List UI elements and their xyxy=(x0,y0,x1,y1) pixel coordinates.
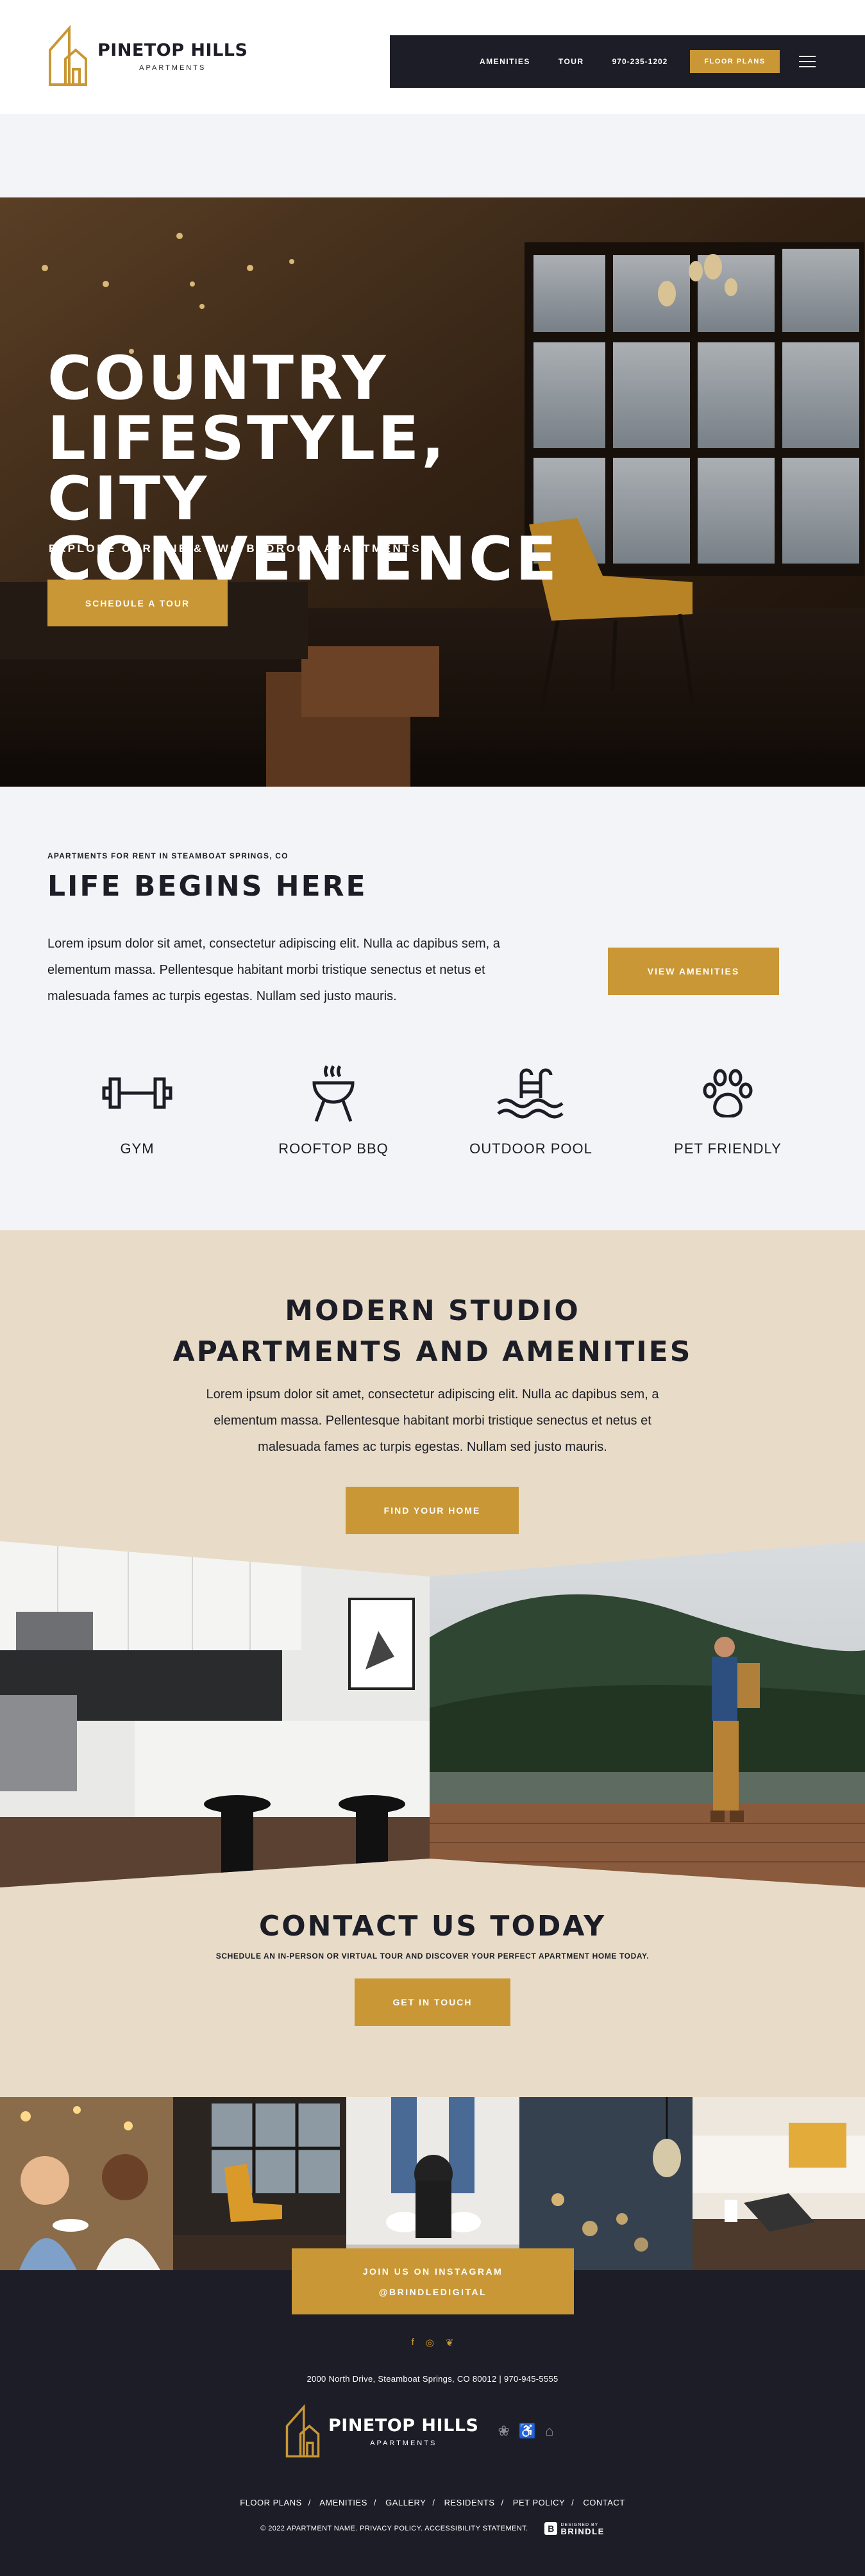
insta-photo-friends[interactable] xyxy=(0,2097,173,2270)
dumbbell-icon xyxy=(102,1077,172,1109)
intro-title: LIFE BEGINS HERE xyxy=(47,870,367,903)
view-amenities-button[interactable]: VIEW AMENITIES xyxy=(608,948,779,995)
find-home-button[interactable]: FIND YOUR HOME xyxy=(346,1487,519,1534)
intro-section: APARTMENTS FOR RENT IN STEAMBOAT SPRINGS… xyxy=(0,787,865,1230)
paw-icon xyxy=(703,1069,753,1117)
insta-photo-dog[interactable] xyxy=(346,2097,519,2270)
page: PINETOP HILLS APARTMENTS AMENITIES TOUR … xyxy=(0,0,865,2576)
footer-link-floor-plans[interactable]: FLOOR PLANS xyxy=(240,2498,302,2507)
footer-badges: ❀ ♿ ⌂ xyxy=(498,2423,553,2439)
designer-credit[interactable]: B DESIGNED BY BRINDLE xyxy=(544,2522,605,2536)
logo-subtitle: APARTMENTS xyxy=(139,63,206,72)
footer-copyright: © 2022 APARTMENT NAME. PRIVACY POLICY. A… xyxy=(0,2522,865,2536)
pet-friendly-icon: ❀ xyxy=(498,2423,510,2439)
nav-tour[interactable]: TOUR xyxy=(558,57,584,66)
amenity-label: PET FRIENDLY xyxy=(674,1141,782,1157)
instagram-photos xyxy=(0,2097,865,2270)
instagram-grid xyxy=(0,2097,865,2270)
site-logo[interactable]: PINETOP HILLS APARTMENTS xyxy=(47,24,248,87)
amenity-label: GYM xyxy=(120,1141,155,1157)
insta-photo-laptop[interactable] xyxy=(693,2097,865,2270)
hero-section: COUNTRY LIFESTYLE, CITY CONVENIENCE EXPL… xyxy=(0,197,865,787)
building-logo-icon xyxy=(285,2404,320,2458)
site-header: PINETOP HILLS APARTMENTS AMENITIES TOUR … xyxy=(0,0,865,114)
contact-subtitle: SCHEDULE AN IN-PERSON OR VIRTUAL TOUR AN… xyxy=(215,1952,650,1961)
amenity-gym: GYM xyxy=(54,1064,221,1157)
footer-links: FLOOR PLANS / AMENITIES / GALLERY / RESIDEN… xyxy=(240,2498,625,2507)
main-nav: AMENITIES TOUR 970-235-1202 FLOOR PLANS xyxy=(390,35,865,88)
intro-body: Lorem ipsum dolor sit amet, consectetur … xyxy=(47,937,500,1003)
grill-icon xyxy=(312,1065,355,1122)
footer-link-contact[interactable]: CONTACT xyxy=(583,2498,625,2507)
footer-logo-subtitle: APARTMENTS xyxy=(370,2439,437,2447)
footer-link-amenities[interactable]: AMENITIES xyxy=(319,2498,367,2507)
footer-link-gallery[interactable]: GALLERY xyxy=(385,2498,426,2507)
logo-name: PINETOP HILLS xyxy=(97,40,248,60)
pool-icon xyxy=(497,1068,564,1119)
equal-housing-icon: ⌂ xyxy=(545,2423,554,2439)
footer-logo-name: PINETOP HILLS xyxy=(328,2415,479,2436)
designer-name: BRINDLE xyxy=(560,2527,605,2536)
social-links: f ◎ ❦ xyxy=(0,2337,865,2348)
lake-photo xyxy=(430,1541,865,1887)
footer-link-residents[interactable]: RESIDENTS xyxy=(444,2498,495,2507)
amenity-pets: PET FRIENDLY xyxy=(644,1064,811,1157)
kitchen-photo xyxy=(0,1541,430,1887)
instagram-handle: @BRINDLEDIGITAL xyxy=(378,2286,487,2297)
intro-eyebrow: APARTMENTS FOR RENT IN STEAMBOAT SPRINGS… xyxy=(47,851,289,860)
footer-address: 2000 North Drive, Steamboat Springs, CO … xyxy=(307,2374,558,2384)
modern-body: Lorem ipsum dolor sit amet, consectetur … xyxy=(206,1387,659,1454)
modern-title-line: MODERN STUDIO xyxy=(285,1294,580,1327)
instagram-line-1: JOIN US ON INSTAGRAM xyxy=(362,2266,503,2277)
insta-photo-lights[interactable] xyxy=(519,2097,693,2270)
modern-title: MODERN STUDIO APARTMENTS AND AMENITIES xyxy=(0,1291,865,1373)
get-in-touch-button[interactable]: GET IN TOUCH xyxy=(355,1978,510,2026)
copyright-text[interactable]: © 2022 APARTMENT NAME. PRIVACY POLICY. A… xyxy=(260,2525,528,2532)
spacer-band xyxy=(0,114,865,197)
nav-amenities[interactable]: AMENITIES xyxy=(480,57,530,66)
floor-plans-button[interactable]: FLOOR PLANS xyxy=(690,50,780,73)
instagram-button[interactable]: JOIN US ON INSTAGRAM @BRINDLEDIGITAL xyxy=(292,2248,574,2314)
hero-title-line: LIFESTYLE, CITY xyxy=(47,404,448,534)
amenity-label: OUTDOOR POOL xyxy=(469,1141,592,1157)
building-logo-icon xyxy=(49,24,87,86)
amenity-label: ROOFTOP BBQ xyxy=(278,1141,389,1157)
twitter-icon[interactable]: ❦ xyxy=(446,2337,454,2348)
insta-photo-chair[interactable] xyxy=(173,2097,346,2270)
modern-section: MODERN STUDIO APARTMENTS AND AMENITIES L… xyxy=(0,1230,865,2097)
instagram-icon[interactable]: ◎ xyxy=(426,2337,434,2348)
footer-link-pet-policy[interactable]: PET POLICY xyxy=(513,2498,565,2507)
hamburger-icon[interactable] xyxy=(798,56,816,67)
amenity-bbq: ROOFTOP BBQ xyxy=(250,1064,417,1157)
site-footer: f ◎ ❦ 2000 North Drive, Steamboat Spring… xyxy=(0,2270,865,2576)
hero-title-line: COUNTRY xyxy=(47,344,389,414)
amenity-pool: OUTDOOR POOL xyxy=(448,1064,614,1157)
hero-subtitle: EXPLORE OUR ONE & TWO BEDROOM APARTMENTS xyxy=(49,542,422,555)
facebook-icon[interactable]: f xyxy=(412,2337,414,2348)
modern-title-line: APARTMENTS AND AMENITIES xyxy=(172,1335,693,1368)
footer-logo[interactable]: PINETOP HILLS APARTMENTS ❀ ♿ ⌂ xyxy=(285,2404,554,2459)
photo-collage xyxy=(0,1541,865,1887)
contact-title: CONTACT US TODAY xyxy=(258,1910,607,1943)
accessibility-icon: ♿ xyxy=(518,2423,537,2439)
schedule-tour-button[interactable]: SCHEDULE A TOUR xyxy=(47,580,228,626)
nav-phone[interactable]: 970-235-1202 xyxy=(612,57,668,66)
brindle-logo-icon: B xyxy=(544,2522,558,2535)
